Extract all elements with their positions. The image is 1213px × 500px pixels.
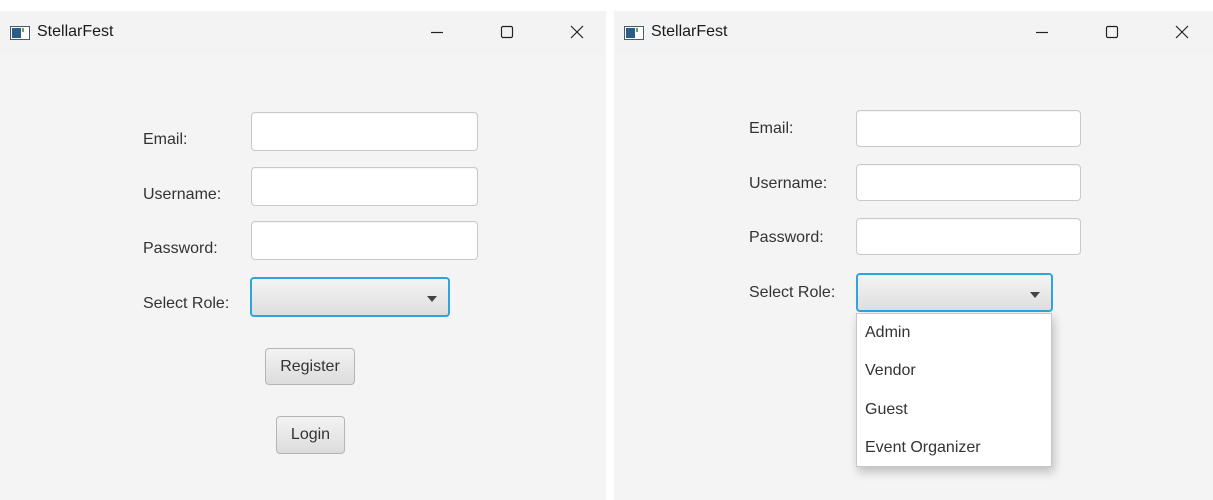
title-bar: StellarFest	[0, 11, 606, 53]
username-field[interactable]	[251, 167, 478, 206]
register-button[interactable]: Register	[265, 348, 355, 385]
email-label: Email:	[749, 120, 794, 137]
maximize-icon	[1105, 25, 1119, 39]
window-title: StellarFest	[651, 23, 728, 40]
email-label: Email:	[143, 131, 188, 148]
role-option-admin[interactable]: Admin	[865, 324, 910, 342]
title-bar: StellarFest	[614, 11, 1213, 53]
role-option-guest[interactable]: Guest	[865, 401, 908, 419]
role-select[interactable]	[250, 277, 450, 317]
maximize-button[interactable]	[1095, 17, 1129, 47]
minimize-icon	[1036, 31, 1048, 34]
username-label: Username:	[143, 186, 222, 203]
maximize-button[interactable]	[490, 17, 524, 47]
close-icon	[570, 25, 584, 39]
minimize-button[interactable]	[420, 17, 454, 47]
login-button[interactable]: Login	[276, 416, 345, 454]
close-button[interactable]	[560, 17, 594, 47]
role-option-event-organizer[interactable]: Event Organizer	[865, 439, 981, 457]
password-label: Password:	[143, 240, 218, 257]
close-button[interactable]	[1165, 17, 1199, 47]
password-field[interactable]	[856, 218, 1081, 255]
password-label: Password:	[749, 229, 824, 246]
close-icon	[1175, 25, 1189, 39]
role-option-vendor[interactable]: Vendor	[865, 362, 916, 380]
chevron-down-icon	[427, 296, 437, 302]
register-window-closed: StellarFest Email: Username: Password: S…	[0, 11, 606, 500]
password-field[interactable]	[251, 221, 478, 260]
email-field[interactable]	[251, 112, 478, 151]
app-window-icon	[10, 26, 30, 40]
app-window-icon	[624, 26, 644, 40]
role-label: Select Role:	[749, 284, 836, 301]
username-label: Username:	[749, 175, 828, 192]
role-dropdown-list: Admin Vendor Guest Event Organizer	[856, 313, 1052, 467]
minimize-icon	[431, 31, 443, 34]
chevron-down-icon	[1030, 292, 1040, 298]
maximize-icon	[500, 25, 514, 39]
role-label: Select Role:	[143, 295, 230, 312]
email-field[interactable]	[856, 110, 1081, 147]
minimize-button[interactable]	[1025, 17, 1059, 47]
username-field[interactable]	[856, 164, 1081, 201]
window-title: StellarFest	[37, 23, 114, 40]
role-select[interactable]	[856, 273, 1053, 312]
